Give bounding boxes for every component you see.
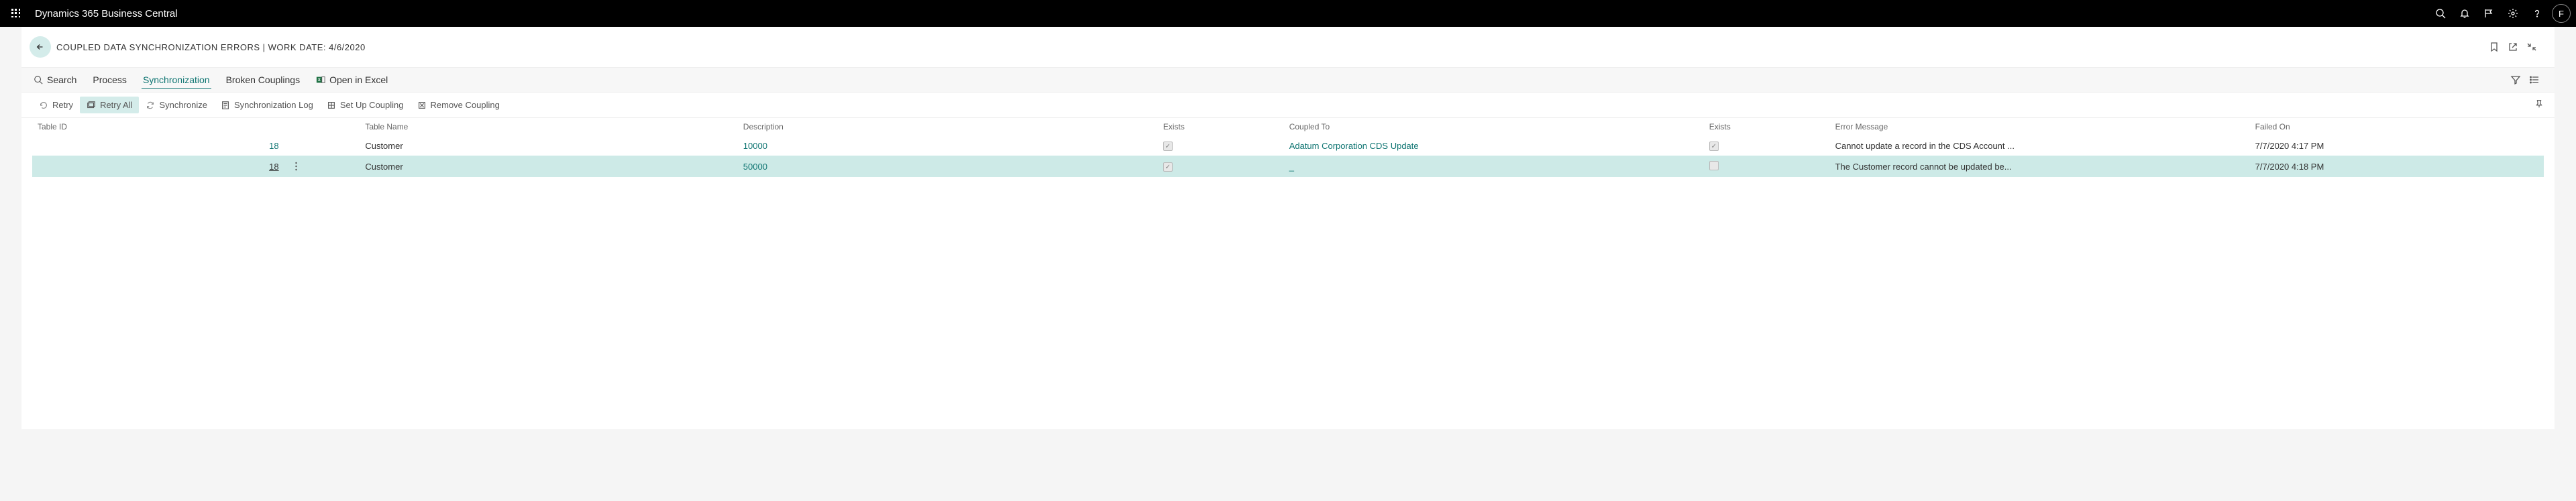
top-bar: Dynamics 365 Business Central F: [0, 0, 2576, 27]
retry-all-icon: [87, 101, 96, 110]
collapse-button[interactable]: [2522, 38, 2541, 56]
arrow-left-icon: [36, 42, 45, 52]
cmd-synchronization[interactable]: Synchronization: [142, 72, 211, 89]
page-area: COUPLED DATA SYNCHRONIZATION ERRORS | WO…: [21, 27, 2555, 429]
data-grid: Table ID Table Name Description Exists C…: [21, 118, 2555, 177]
col-description[interactable]: Description: [738, 118, 1158, 135]
page-header: COUPLED DATA SYNCHRONIZATION ERRORS | WO…: [21, 27, 2555, 67]
col-coupled-to[interactable]: Coupled To: [1284, 118, 1704, 135]
filter-icon: [2510, 74, 2521, 85]
excel-icon: X: [316, 75, 325, 85]
remove-coupling-icon: [417, 101, 427, 110]
pin-button[interactable]: [2534, 99, 2544, 111]
search-icon: [34, 75, 43, 85]
cell-exists-checkbox: [1163, 162, 1173, 172]
cell-table-id[interactable]: 18: [269, 162, 278, 172]
col-exists-1[interactable]: Exists: [1158, 118, 1284, 135]
row-actions-button[interactable]: [290, 160, 303, 173]
more-vertical-icon: [295, 162, 297, 171]
col-exists-2[interactable]: Exists: [1704, 118, 1830, 135]
table-row[interactable]: 18 Customer 50000 _ The Customer record cann…: [32, 156, 2544, 177]
help-button[interactable]: [2525, 1, 2549, 25]
cell-coupled-to[interactable]: _: [1289, 162, 1294, 172]
pin-icon: [2534, 99, 2544, 109]
col-failed-on[interactable]: Failed On: [2250, 118, 2544, 135]
sync-icon: [146, 101, 155, 110]
app-launcher-button[interactable]: [5, 3, 27, 24]
cell-error-message: Cannot update a record in the CDS Accoun…: [1830, 135, 2250, 156]
coupling-icon: [327, 101, 336, 110]
cell-exists-checkbox: [1163, 142, 1173, 151]
action-remove-coupling[interactable]: Remove Coupling: [411, 97, 506, 113]
cell-table-id[interactable]: 18: [269, 141, 278, 151]
open-new-icon: [2508, 42, 2518, 52]
gear-icon: [2508, 8, 2518, 19]
cell-exists-checkbox: [1709, 142, 1719, 151]
log-icon: [221, 101, 230, 110]
command-bar: Search Process Synchronization Broken Co…: [21, 67, 2555, 93]
bell-icon: [2459, 8, 2470, 19]
cmd-search[interactable]: Search: [32, 72, 78, 88]
collapse-icon: [2526, 42, 2537, 52]
cell-description[interactable]: 10000: [743, 141, 767, 151]
cell-error-message: The Customer record cannot be updated be…: [1830, 156, 2250, 177]
cell-table-name: Customer: [360, 135, 737, 156]
action-bar: Retry Retry All Synchronize Synchronizat…: [21, 93, 2555, 118]
cmd-process[interactable]: Process: [91, 72, 128, 88]
settings-button[interactable]: [2501, 1, 2525, 25]
list-icon: [2529, 74, 2540, 85]
search-icon: [2435, 8, 2446, 19]
col-table-name[interactable]: Table Name: [360, 118, 737, 135]
breadcrumb: COUPLED DATA SYNCHRONIZATION ERRORS | WO…: [56, 42, 366, 52]
list-view-button[interactable]: [2525, 70, 2544, 89]
bookmark-button[interactable]: [2485, 38, 2504, 56]
action-sync-log[interactable]: Synchronization Log: [214, 97, 320, 113]
retry-icon: [39, 101, 48, 110]
waffle-icon: [11, 9, 21, 18]
cell-failed-on: 7/7/2020 4:17 PM: [2250, 135, 2544, 156]
cell-description[interactable]: 50000: [743, 162, 767, 172]
search-button[interactable]: [2428, 1, 2453, 25]
app-title: Dynamics 365 Business Central: [35, 8, 178, 19]
table-header-row: Table ID Table Name Description Exists C…: [32, 118, 2544, 135]
bookmark-icon: [2489, 42, 2500, 52]
cell-exists-checkbox: [1709, 161, 1719, 170]
cell-table-name: Customer: [360, 156, 737, 177]
action-synchronize[interactable]: Synchronize: [139, 97, 214, 113]
col-error-message[interactable]: Error Message: [1830, 118, 2250, 135]
action-set-up-coupling[interactable]: Set Up Coupling: [320, 97, 411, 113]
flag-icon: [2483, 8, 2494, 19]
col-table-id[interactable]: Table ID: [32, 118, 284, 135]
back-button[interactable]: [30, 36, 51, 58]
filter-button[interactable]: [2506, 70, 2525, 89]
cmd-broken-couplings[interactable]: Broken Couplings: [225, 72, 302, 88]
notifications-button[interactable]: [2453, 1, 2477, 25]
action-retry-all[interactable]: Retry All: [80, 97, 139, 113]
action-retry[interactable]: Retry: [32, 97, 80, 113]
question-icon: [2532, 8, 2542, 19]
cmd-open-in-excel[interactable]: X Open in Excel: [315, 72, 389, 88]
avatar-initial: F: [2559, 9, 2564, 19]
cell-coupled-to[interactable]: Adatum Corporation CDS Update: [1289, 141, 1419, 151]
user-avatar[interactable]: F: [2552, 4, 2571, 23]
table-row[interactable]: 18 Customer 10000 Adatum Corporation CDS Up…: [32, 135, 2544, 156]
flag-button[interactable]: [2477, 1, 2501, 25]
open-new-button[interactable]: [2504, 38, 2522, 56]
cmd-search-label: Search: [47, 74, 76, 85]
cell-failed-on: 7/7/2020 4:18 PM: [2250, 156, 2544, 177]
